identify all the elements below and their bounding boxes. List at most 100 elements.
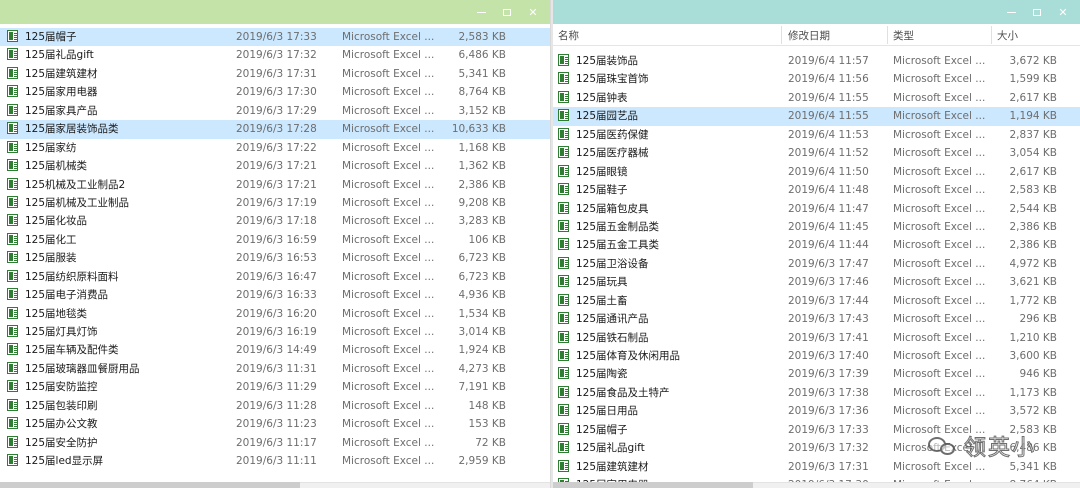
file-row[interactable]: 125届医疗器械 2019/6/4 11:52 Microsoft Excel ..… <box>553 144 1080 162</box>
file-row[interactable]: 125届体育及休闲用品 2019/6/3 17:40 Microsoft Excel… <box>553 347 1080 365</box>
column-separator[interactable] <box>991 26 992 44</box>
column-separator[interactable] <box>887 26 888 44</box>
file-row[interactable]: 125届玻璃器皿餐厨用品 2019/6/3 11:31 Microsoft Exce… <box>0 360 550 378</box>
right-maximize-button[interactable] <box>1024 4 1050 20</box>
file-row[interactable]: 125届通讯产品 2019/6/3 17:43 Microsoft Excel ..… <box>553 310 1080 328</box>
file-row[interactable]: 125届安防监控 2019/6/3 11:29 Microsoft Excel ..… <box>0 378 550 396</box>
file-row[interactable]: 125届玩具 2019/6/3 17:46 Microsoft Excel ... 3… <box>553 273 1080 291</box>
column-header-type[interactable]: 类型 <box>893 28 914 43</box>
file-size: 106 KB <box>468 233 506 246</box>
file-row[interactable]: 125届包装印刷 2019/6/3 11:28 Microsoft Excel ..… <box>0 397 550 415</box>
file-row[interactable]: 125届五金工具类 2019/6/4 11:44 Microsoft Excel .… <box>553 236 1080 254</box>
file-row[interactable]: 125届五金制品类 2019/6/4 11:45 Microsoft Excel .… <box>553 218 1080 236</box>
file-type: Microsoft Excel ... <box>893 202 986 215</box>
column-header-name[interactable]: 名称 <box>558 28 579 43</box>
file-row[interactable]: 125届机械及工业制品 2019/6/3 17:19 Microsoft Excel… <box>0 194 550 212</box>
excel-file-icon <box>7 361 18 374</box>
right-horizontal-scrollbar[interactable] <box>553 482 1080 488</box>
file-modified-date: 2019/6/4 11:45 <box>788 220 869 233</box>
file-name: 125届灯具灯饰 <box>25 326 98 338</box>
file-row[interactable]: 125届陶瓷 2019/6/3 17:39 Microsoft Excel ... 9… <box>553 365 1080 383</box>
left-title-bar[interactable]: ✕ <box>0 0 550 24</box>
file-row[interactable]: 125届车辆及配件类 2019/6/3 14:49 Microsoft Excel … <box>0 341 550 359</box>
file-name: 125届日用品 <box>576 405 639 418</box>
file-row[interactable]: 125届箱包皮具 2019/6/4 11:47 Microsoft Excel ..… <box>553 200 1080 218</box>
column-header-size[interactable]: 大小 <box>997 28 1018 43</box>
file-row[interactable]: 125届建筑建材 2019/6/3 17:31 Microsoft Excel ..… <box>0 65 550 83</box>
file-row[interactable]: 125届电子消费品 2019/6/3 16:33 Microsoft Excel .… <box>0 286 550 304</box>
file-modified-date: 2019/6/3 11:28 <box>236 399 317 412</box>
file-row[interactable]: 125届医药保健 2019/6/4 11:53 Microsoft Excel ..… <box>553 126 1080 144</box>
file-type: Microsoft Excel ... <box>342 418 435 431</box>
right-minimize-button[interactable] <box>998 4 1024 20</box>
file-row[interactable]: 125届园艺品 2019/6/4 11:55 Microsoft Excel ...… <box>553 107 1080 126</box>
left-close-button[interactable]: ✕ <box>520 4 546 20</box>
file-row[interactable]: 125届家居装饰品类 2019/6/3 17:28 Microsoft Excel … <box>0 120 550 139</box>
file-row[interactable]: 125届安全防护 2019/6/3 11:17 Microsoft Excel ..… <box>0 434 550 452</box>
file-row[interactable]: 125届鞋子 2019/6/4 11:48 Microsoft Excel ... 2… <box>553 181 1080 199</box>
file-name: 125届建筑建材 <box>576 460 649 473</box>
excel-file-icon <box>7 232 18 245</box>
file-row[interactable]: 125届钟表 2019/6/4 11:55 Microsoft Excel ... 2… <box>553 89 1080 107</box>
file-name: 125届珠宝首饰 <box>576 73 649 86</box>
file-row[interactable]: 125届办公文教 2019/6/3 11:23 Microsoft Excel ..… <box>0 415 550 433</box>
file-row[interactable]: 125届纺织原料面料 2019/6/3 16:47 Microsoft Excel … <box>0 268 550 286</box>
file-row[interactable]: 125届服装 2019/6/3 16:53 Microsoft Excel ... 6… <box>0 249 550 267</box>
file-row[interactable]: 125届礼品gift 2019/6/3 17:32 Microsoft Excel … <box>0 46 550 64</box>
left-minimize-button[interactable] <box>468 4 494 20</box>
file-size: 153 KB <box>468 418 506 431</box>
file-row[interactable]: 125届led显示屏 2019/6/3 11:11 Microsoft Excel … <box>0 452 550 470</box>
file-modified-date: 2019/6/3 16:59 <box>236 233 317 246</box>
excel-file-icon <box>7 325 18 337</box>
file-modified-date: 2019/6/3 17:41 <box>788 331 869 344</box>
file-name: 125届五金制品类 <box>576 220 660 233</box>
file-type: Microsoft Excel ... <box>342 196 435 209</box>
file-row[interactable]: 125届日用品 2019/6/3 17:36 Microsoft Excel ...… <box>553 402 1080 420</box>
file-modified-date: 2019/6/3 17:30 <box>236 86 317 99</box>
excel-file-icon <box>7 417 18 430</box>
left-scroll-thumb[interactable] <box>0 482 300 488</box>
left-maximize-button[interactable] <box>494 4 520 20</box>
excel-file-icon <box>7 269 18 282</box>
file-row[interactable]: 125届化妆品 2019/6/3 17:18 Microsoft Excel ...… <box>0 212 550 230</box>
file-row[interactable]: 125届家具产品 2019/6/3 17:29 Microsoft Excel ..… <box>0 102 550 120</box>
file-type: Microsoft Excel ... <box>342 141 435 154</box>
file-size: 4,273 KB <box>458 362 507 375</box>
file-row[interactable]: 125届家用电器 2019/6/3 17:30 Microsoft Excel ..… <box>0 83 550 101</box>
excel-file-icon <box>7 306 18 319</box>
file-modified-date: 2019/6/3 17:32 <box>788 442 869 455</box>
file-type: Microsoft Excel ... <box>342 233 435 246</box>
excel-file-icon <box>7 177 18 190</box>
file-size: 1,599 KB <box>1009 73 1058 86</box>
right-title-bar[interactable]: ✕ <box>553 0 1080 24</box>
file-row[interactable]: 125届家纺 2019/6/3 17:22 Microsoft Excel ... 1… <box>0 139 550 157</box>
file-row[interactable]: 125届食品及土特产 2019/6/3 17:38 Microsoft Excel … <box>553 384 1080 402</box>
file-row[interactable]: 125届珠宝首饰 2019/6/4 11:56 Microsoft Excel ..… <box>553 70 1080 88</box>
column-separator[interactable] <box>781 26 782 44</box>
file-row[interactable]: 125机械及工业制品2 2019/6/3 17:21 Microsoft Excel… <box>0 176 550 194</box>
file-name: 125届卫浴设备 <box>576 257 649 270</box>
file-row[interactable]: 125届眼镜 2019/6/4 11:50 Microsoft Excel ... 2… <box>553 163 1080 181</box>
wechat-watermark: 领英小 <box>927 430 1036 462</box>
maximize-icon <box>503 8 511 16</box>
file-row[interactable]: 125届化工 2019/6/3 16:59 Microsoft Excel ... 1… <box>0 231 550 249</box>
file-row[interactable]: 125届机械类 2019/6/3 17:21 Microsoft Excel ...… <box>0 157 550 175</box>
file-type: Microsoft Excel ... <box>893 386 986 399</box>
column-header-date[interactable]: 修改日期 <box>788 28 830 43</box>
right-close-button[interactable]: ✕ <box>1050 4 1076 20</box>
file-row[interactable]: 125届地毯类 2019/6/3 16:20 Microsoft Excel ...… <box>0 305 550 323</box>
file-size: 6,723 KB <box>458 252 507 265</box>
file-name: 125届眼镜 <box>576 165 628 178</box>
left-horizontal-scrollbar[interactable] <box>0 482 550 488</box>
file-name: 125届家具产品 <box>25 104 98 117</box>
file-row[interactable]: 125届土畜 2019/6/3 17:44 Microsoft Excel ... 1… <box>553 292 1080 310</box>
file-modified-date: 2019/6/3 16:47 <box>236 270 317 283</box>
right-scroll-thumb[interactable] <box>553 482 753 488</box>
file-row[interactable]: 125届装饰品 2019/6/4 11:57 Microsoft Excel ...… <box>553 52 1080 70</box>
file-row[interactable]: 125届帽子 2019/6/3 17:33 Microsoft Excel ... 2… <box>0 28 550 47</box>
file-row[interactable]: 125届灯具灯饰 2019/6/3 16:19 Microsoft Excel ..… <box>0 323 550 341</box>
file-size: 9,208 KB <box>458 196 507 209</box>
file-row[interactable]: 125届卫浴设备 2019/6/3 17:47 Microsoft Excel ..… <box>553 255 1080 273</box>
file-name: 125届土畜 <box>576 294 628 307</box>
file-row[interactable]: 125届铁石制品 2019/6/3 17:41 Microsoft Excel ..… <box>553 329 1080 347</box>
